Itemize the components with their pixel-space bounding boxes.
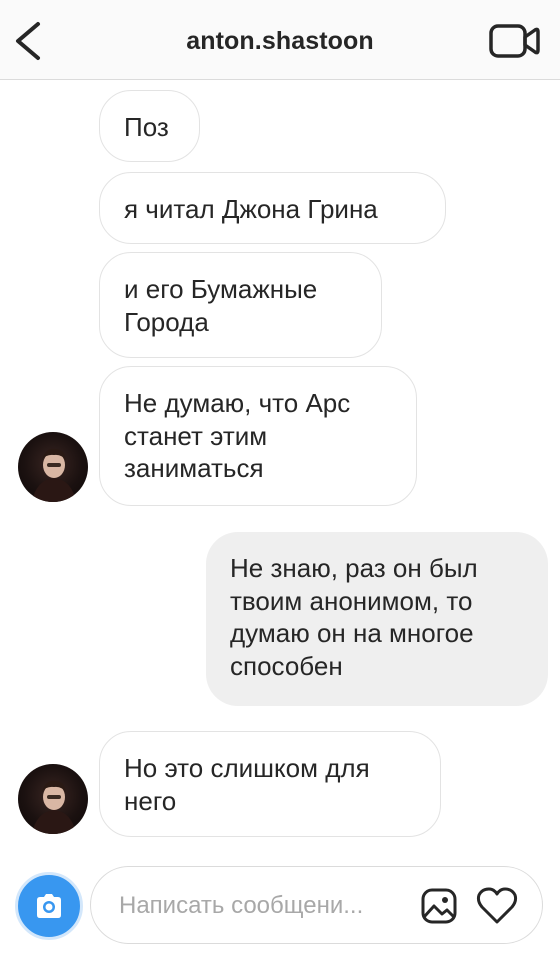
chat-title[interactable]: anton.shastoon — [0, 27, 560, 56]
message-text: я читал Джона Грина — [124, 194, 378, 224]
camera-button[interactable] — [15, 872, 83, 940]
message-text: Не думаю, что Арс станет этим заниматься — [124, 388, 351, 483]
message-input[interactable] — [119, 889, 399, 923]
avatar[interactable] — [18, 764, 88, 834]
chat-header: anton.shastoon — [0, 0, 560, 80]
message-text: и его Бумажные Города — [124, 274, 318, 337]
message-bubble-incoming[interactable]: Поз — [99, 90, 200, 162]
gallery-button[interactable] — [418, 885, 460, 927]
message-bubble-incoming[interactable]: Не думаю, что Арс станет этим заниматься — [99, 366, 417, 506]
avatar-photo — [32, 448, 76, 502]
gallery-icon — [421, 888, 457, 924]
message-bubble-incoming[interactable]: и его Бумажные Города — [99, 252, 382, 358]
avatar[interactable] — [18, 432, 88, 502]
video-call-button[interactable] — [488, 20, 542, 62]
message-bubble-incoming[interactable]: Но это слишком для него — [99, 731, 441, 837]
like-button[interactable] — [474, 885, 520, 927]
message-text: Но это слишком для него — [124, 753, 370, 816]
message-text: Не знаю, раз он был твоим анонимом, то д… — [230, 553, 478, 681]
video-camera-icon — [489, 24, 540, 58]
camera-icon — [37, 894, 61, 918]
message-bubble-incoming[interactable]: я читал Джона Грина — [99, 172, 446, 244]
message-composer — [90, 866, 543, 944]
avatar-photo — [32, 780, 76, 834]
heart-icon — [476, 887, 518, 924]
message-text: Поз — [124, 112, 169, 142]
message-bubble-outgoing[interactable]: Не знаю, раз он был твоим анонимом, то д… — [206, 532, 548, 706]
